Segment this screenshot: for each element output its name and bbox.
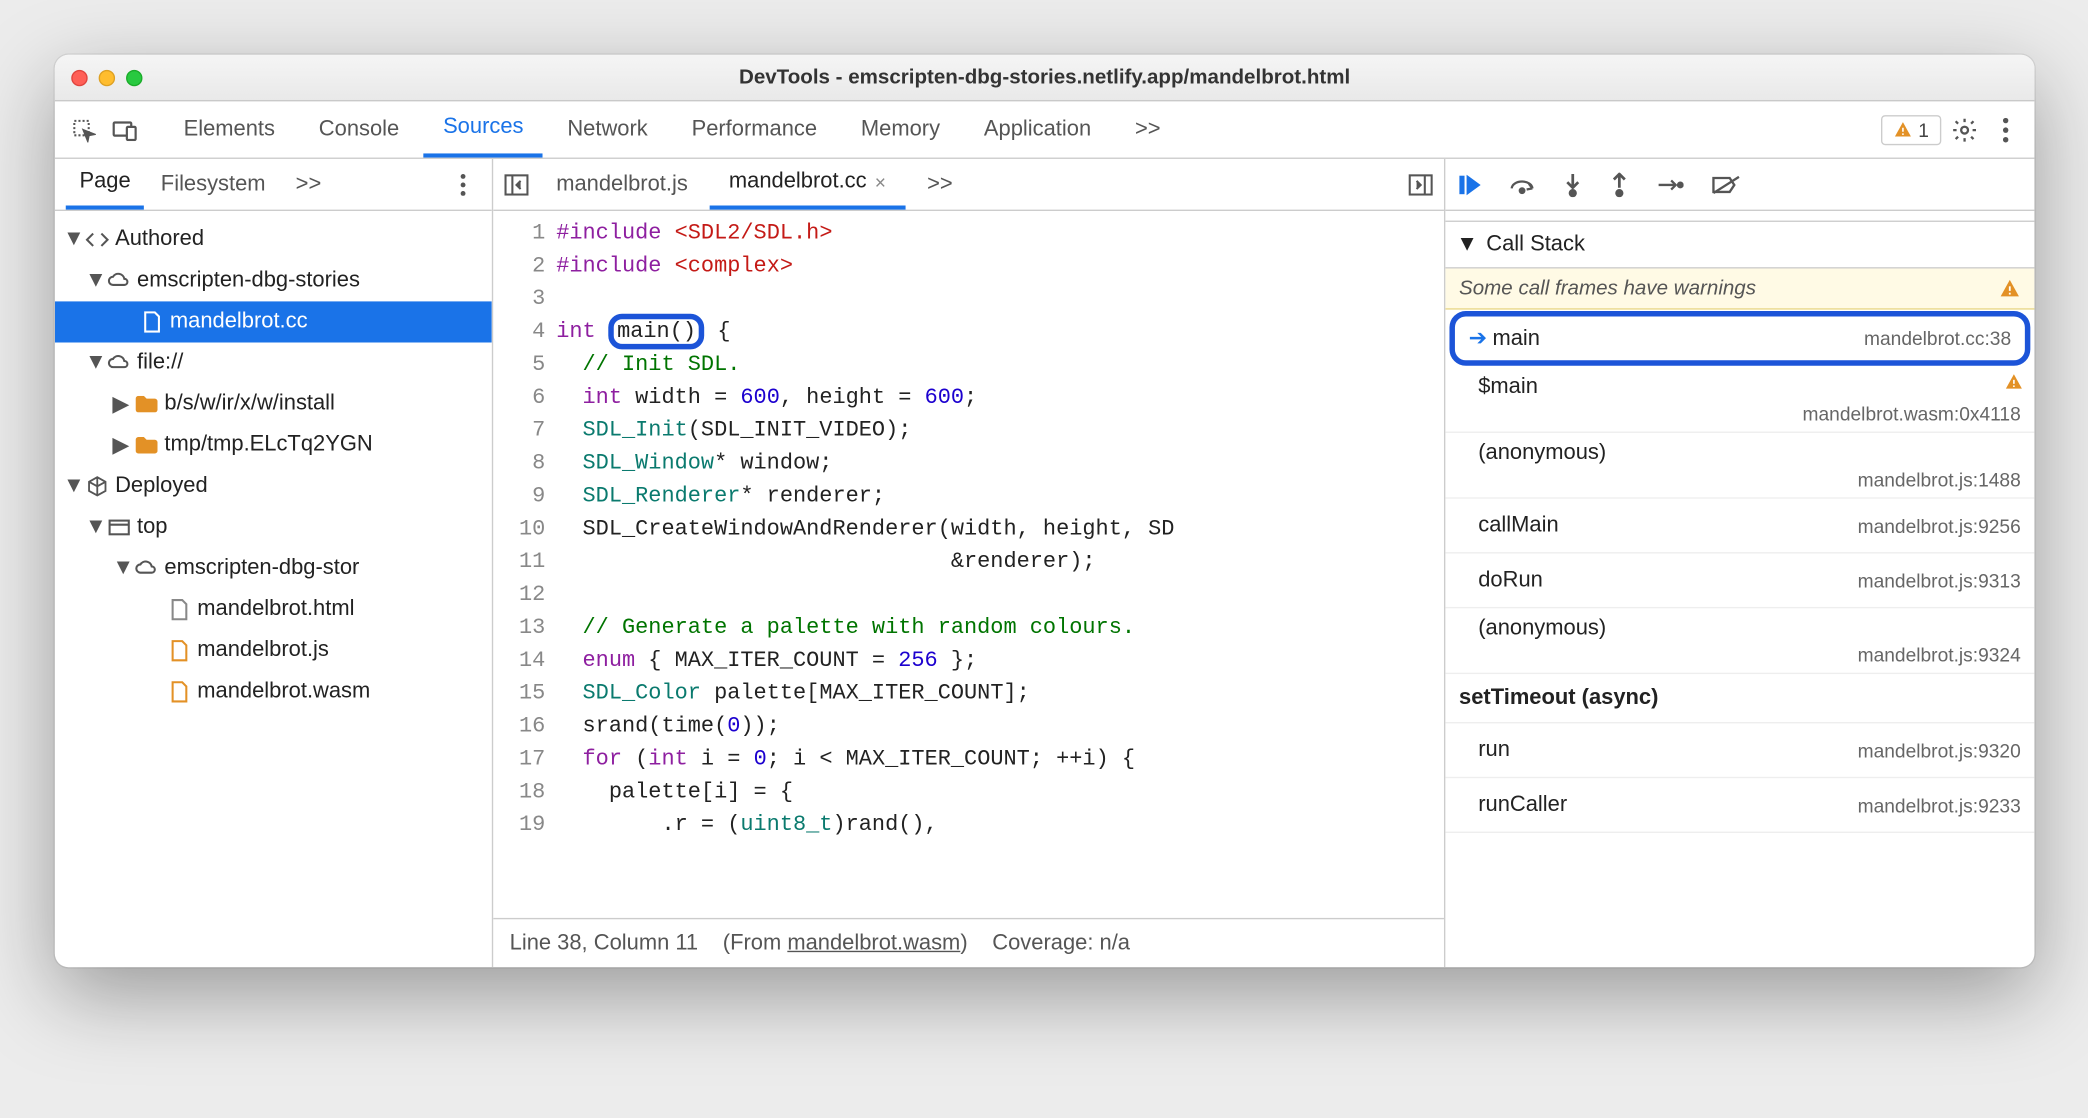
cube-icon [85,474,110,499]
close-icon[interactable]: × [875,171,886,193]
toggle-sidebar-icon[interactable] [1403,166,1439,202]
warnings-counter[interactable]: 1 [1881,114,1941,144]
origin-link[interactable]: mandelbrot.wasm [787,931,960,954]
callstack-list: ➔mainmandelbrot.cc:38$mainmandelbrot.was… [1445,310,2034,968]
file-icon [140,310,165,335]
folder-icon [134,392,159,417]
debugger-panel: ▼Call Stack Some call frames have warnin… [1445,159,2034,967]
tab-memory[interactable]: Memory [842,101,960,157]
nav-subtabs: Page Filesystem >> [55,159,492,211]
tab-console[interactable]: Console [300,101,419,157]
tree-file-proto[interactable]: ▼file:// [55,343,492,384]
callstack-frame[interactable]: callMainmandelbrot.js:9256 [1445,499,2034,554]
cloud-icon [134,556,159,581]
tree-file-js[interactable]: mandelbrot.js [55,630,492,671]
cloud-icon [107,351,132,376]
code-lines: #include <SDL2/SDL.h> #include <complex>… [556,211,1444,918]
step-icon[interactable] [1656,175,1683,194]
file-icon [167,597,192,622]
callstack-frame[interactable]: (anonymous)mandelbrot.js:1488 [1445,433,2034,499]
callstack-warning: Some call frames have warnings [1445,269,2034,310]
tree-dir-1[interactable]: ▶b/s/w/ir/x/w/install [55,384,492,425]
window-title: DevTools - emscripten-dbg-stories.netlif… [55,66,2035,89]
tree-deployed[interactable]: ▼Deployed [55,466,492,507]
tab-network[interactable]: Network [548,101,667,157]
callstack-frame[interactable]: $mainmandelbrot.wasm:0x4118 [1445,367,2034,433]
callstack-header[interactable]: ▼Call Stack [1445,222,2034,269]
step-over-icon[interactable] [1508,173,1535,195]
device-mode-icon[interactable] [107,112,143,148]
warning-icon [1999,277,2021,299]
devtools-window: DevTools - emscripten-dbg-stories.netlif… [55,55,2035,967]
tab-elements[interactable]: Elements [164,101,294,157]
tab-performance[interactable]: Performance [672,101,836,157]
inspect-icon[interactable] [66,112,102,148]
kebab-icon[interactable] [1988,112,2024,148]
top-tabs: Elements Console Sources Network Perform… [55,101,2035,159]
callstack-frame[interactable]: doRunmandelbrot.js:9313 [1445,553,2034,608]
toggle-navigator-icon[interactable] [499,166,535,202]
coverage-info: Coverage: n/a [992,931,1130,956]
kebab-icon[interactable] [445,166,481,202]
warning-count: 1 [1918,119,1929,141]
nav-tab-filesystem[interactable]: Filesystem [147,159,279,210]
frame-icon [107,515,132,540]
tree-origin-2[interactable]: ▼emscripten-dbg-stor [55,548,492,589]
tab-sources[interactable]: Sources [424,101,543,157]
tree-top[interactable]: ▼top [55,507,492,548]
source-panel: mandelbrot.js mandelbrot.cc× >> 12345678… [493,159,1445,967]
cursor-position: Line 38, Column 11 [510,931,698,956]
tree-origin[interactable]: ▼emscripten-dbg-stories [55,260,492,301]
tabs-overflow[interactable]: >> [1116,101,1180,157]
callstack-frame[interactable]: (anonymous)mandelbrot.js:9324 [1445,608,2034,674]
file-tree: ▼Authored ▼emscripten-dbg-stories mandel… [55,211,492,721]
callstack-frame[interactable]: runCallermandelbrot.js:9233 [1445,778,2034,833]
resume-icon[interactable] [1456,172,1481,197]
tree-dir-2[interactable]: ▶tmp/tmp.ELcTq2YGN [55,425,492,466]
debugger-toolbar [1445,159,2034,211]
gutter: 12345678910111213141516171819 [493,211,556,918]
nav-tab-more[interactable]: >> [282,159,335,210]
tree-file-wasm[interactable]: mandelbrot.wasm [55,671,492,712]
deactivate-breakpoints-icon[interactable] [1711,173,1741,195]
code-editor[interactable]: 12345678910111213141516171819 #include <… [493,211,1444,918]
gear-icon[interactable] [1947,112,1983,148]
cloud-icon [107,269,132,294]
code-icon [85,227,110,252]
step-into-icon[interactable] [1563,172,1582,197]
tree-authored[interactable]: ▼Authored [55,219,492,260]
folder-icon [134,433,159,458]
source-tabs: mandelbrot.js mandelbrot.cc× >> [493,159,1444,211]
file-icon [167,638,192,663]
callstack-frame[interactable]: ➔mainmandelbrot.cc:38 [1449,311,2030,366]
nav-tab-page[interactable]: Page [66,159,145,210]
tree-file-html[interactable]: mandelbrot.html [55,589,492,630]
origin-info: (From mandelbrot.wasm) [723,931,968,956]
async-separator: setTimeout (async) [1445,674,2034,723]
tab-application[interactable]: Application [965,101,1111,157]
tree-file-mandelbrot-cc[interactable]: mandelbrot.cc [55,301,492,342]
src-tab-more[interactable]: >> [908,159,972,210]
titlebar: DevTools - emscripten-dbg-stories.netlif… [55,55,2035,102]
src-tab-cc[interactable]: mandelbrot.cc× [710,159,905,210]
main-body: Page Filesystem >> ▼Authored ▼emscripten… [55,159,2035,967]
navigator-panel: Page Filesystem >> ▼Authored ▼emscripten… [55,159,493,967]
step-out-icon[interactable] [1610,172,1629,197]
status-bar: Line 38, Column 11 (From mandelbrot.wasm… [493,918,1444,967]
callstack-frame[interactable]: runmandelbrot.js:9320 [1445,723,2034,778]
file-icon [167,680,192,705]
src-tab-js[interactable]: mandelbrot.js [537,159,707,210]
